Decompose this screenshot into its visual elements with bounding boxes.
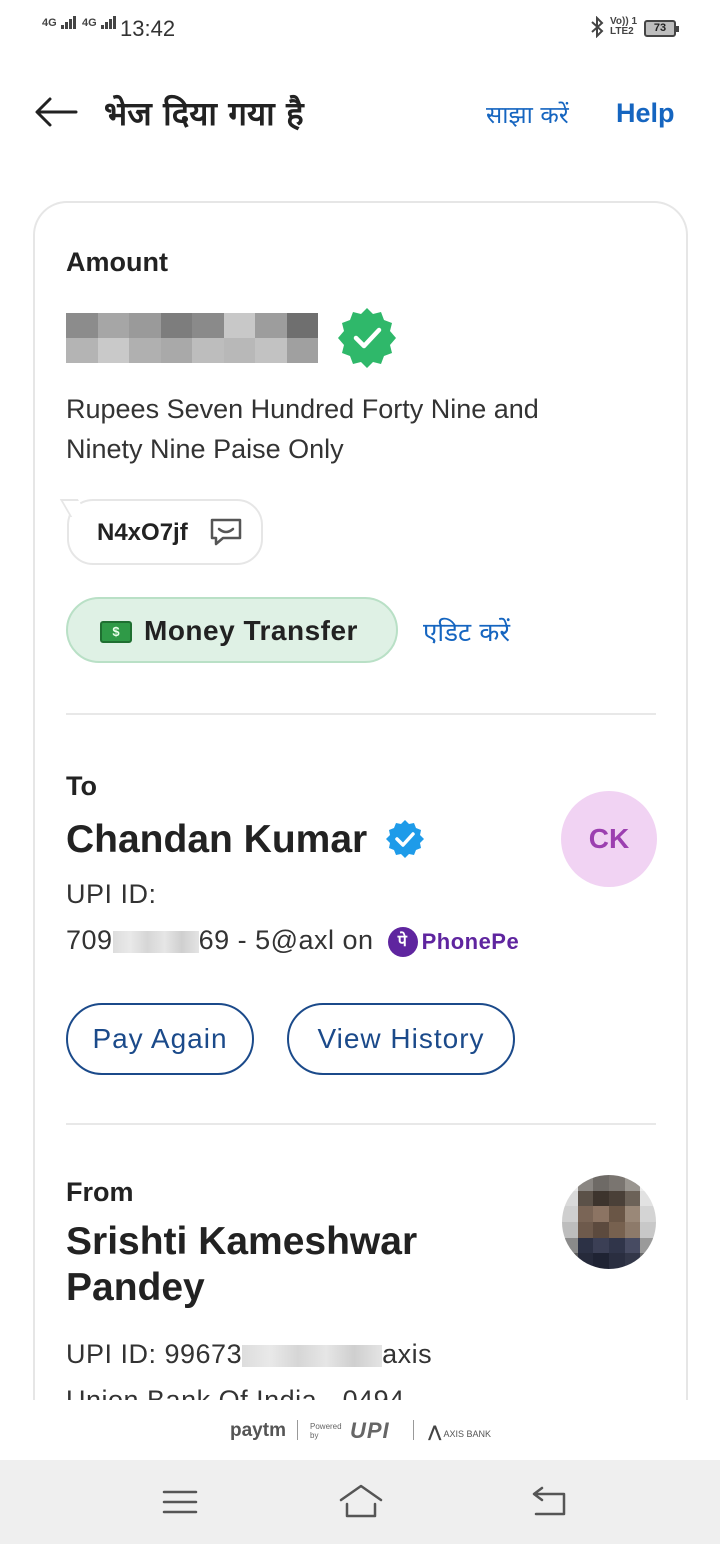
message-icon: [209, 517, 243, 547]
phonepe-logo-icon: पे: [387, 926, 418, 957]
recipient-upi-id: 709 69 - 5@axl on पे PhonePe: [66, 925, 519, 957]
sender-avatar: [562, 1175, 656, 1269]
volte-indicator: Vo)) 1 LTE2: [610, 17, 637, 37]
status-bar: 4G 4G 13:42 Vo)) 1 LTE2 73: [0, 0, 720, 58]
upi-logo: UPI: [350, 1418, 390, 1443]
share-link[interactable]: साझा करें: [486, 98, 569, 131]
recipient-upi-label: UPI ID:: [66, 879, 157, 909]
sender-upi-suffix: axis: [382, 1339, 433, 1369]
note-text: N4xO7jf: [97, 519, 188, 546]
upi-prefix: 709: [66, 925, 113, 955]
view-history-button[interactable]: View History: [287, 1003, 515, 1075]
money-icon: $: [100, 621, 132, 643]
transaction-card: Amount Rupees Seven Hundred Forty Nine a…: [33, 201, 688, 1461]
signal-icon: 4G: [42, 16, 77, 29]
note-chip[interactable]: N4xO7jf: [67, 499, 263, 565]
recipient-name: Chandan Kumar: [66, 818, 368, 861]
paytm-logo: paytm: [230, 1420, 286, 1441]
sim1-label: 4G: [42, 17, 57, 29]
page-title: भेज दिया गया है: [104, 94, 304, 133]
upi-suffix: 69 - 5@axl on: [198, 925, 374, 955]
separator: [297, 1420, 298, 1440]
menu-icon[interactable]: [160, 1482, 200, 1522]
divider: [66, 1123, 656, 1125]
home-icon[interactable]: [338, 1482, 384, 1522]
phonepe-label: PhonePe: [421, 928, 520, 954]
amount-value-redacted: [66, 313, 318, 363]
edit-category-link[interactable]: एडिट करें: [423, 613, 510, 649]
divider: [66, 713, 656, 715]
upi-redacted: [112, 930, 199, 953]
back-nav-icon[interactable]: [528, 1482, 568, 1522]
powered-by-label: Powered by: [310, 1422, 342, 1440]
sender-upi-id: UPI ID: 99673 axis: [66, 1339, 432, 1370]
battery-icon: 73: [644, 20, 679, 37]
pay-again-button[interactable]: Pay Again: [66, 1003, 254, 1075]
bluetooth-icon: [590, 15, 604, 43]
to-label: To: [66, 771, 97, 801]
sender-name-line1: Srishti Kameshwar: [66, 1220, 418, 1263]
sender-upi-prefix: UPI ID: 99673: [66, 1339, 243, 1369]
footer-branding: paytm Powered by UPI ⋀ AXIS BANK: [0, 1400, 720, 1460]
volte-bottom: LTE2: [610, 26, 634, 37]
separator: [413, 1420, 414, 1440]
axis-bank-logo: ⋀ AXIS BANK: [428, 1424, 492, 1441]
category-tag[interactable]: $ Money Transfer: [66, 597, 398, 663]
by-text: by: [310, 1431, 319, 1440]
sender-name-line2: Pandey: [66, 1266, 205, 1309]
powered-text: Powered: [310, 1422, 342, 1431]
recipient-avatar: CK: [561, 791, 657, 887]
clock: 13:42: [120, 16, 176, 41]
signal-icon: 4G: [82, 16, 117, 29]
help-link[interactable]: Help: [616, 98, 675, 129]
arrow-left-icon[interactable]: [34, 96, 78, 128]
category-label: Money Transfer: [144, 615, 358, 646]
from-label: From: [66, 1177, 134, 1207]
blue-verified-icon: [385, 819, 425, 859]
system-nav-bar: [0, 1460, 720, 1544]
amount-in-words: Rupees Seven Hundred Forty Nine and Nine…: [66, 394, 539, 464]
app-header: भेज दिया गया है साझा करें Help: [0, 70, 720, 160]
sender-upi-redacted: [242, 1344, 383, 1367]
amount-label: Amount: [66, 247, 168, 277]
axis-text: AXIS BANK: [443, 1429, 492, 1439]
sim2-label: 4G: [82, 17, 97, 29]
verified-badge-icon: [335, 306, 399, 370]
